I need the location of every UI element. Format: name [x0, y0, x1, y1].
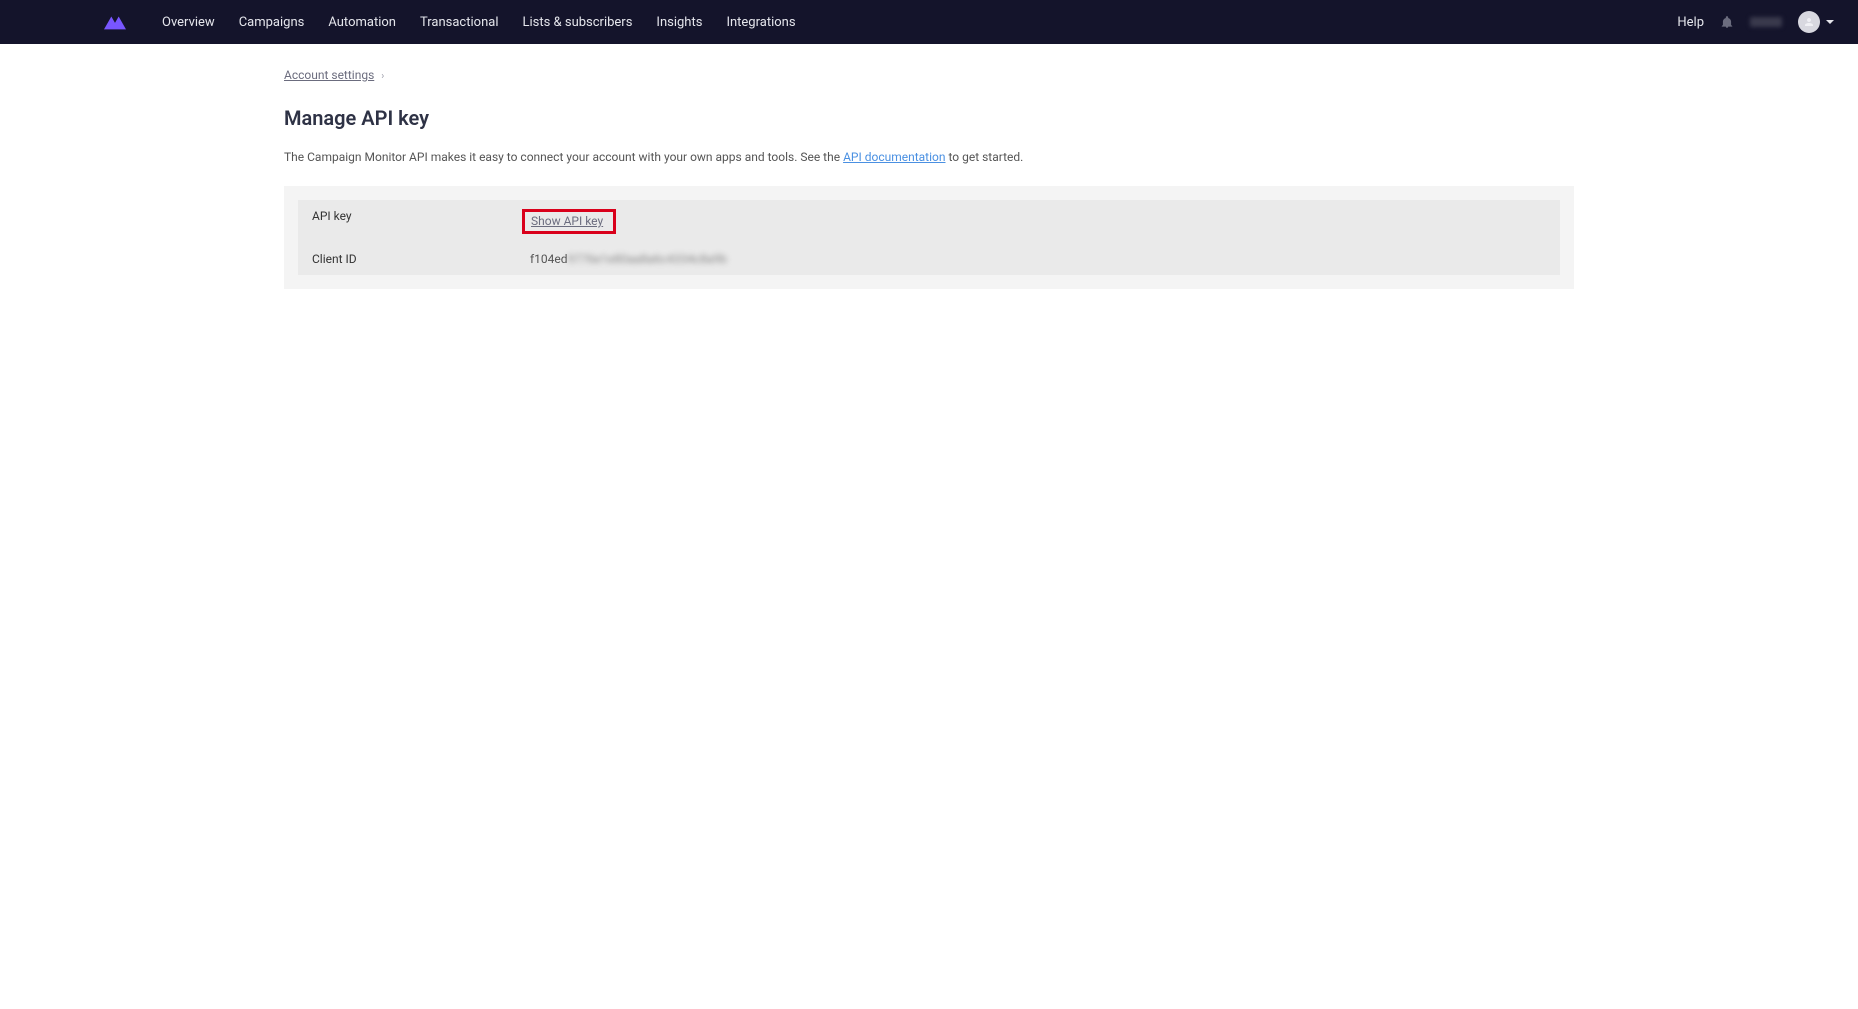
desc-text-2: to get started.	[946, 150, 1024, 164]
nav-insights[interactable]: Insights	[644, 0, 714, 44]
notifications-bell-icon[interactable]	[1720, 15, 1734, 29]
api-key-value-cell: Show API key	[530, 209, 616, 234]
client-id-prefix: f104ed	[530, 252, 568, 266]
api-key-label: API key	[312, 209, 530, 234]
show-api-key-link[interactable]: Show API key	[531, 214, 603, 228]
nav-transactional[interactable]: Transactional	[408, 0, 511, 44]
table-row-client-id: Client ID f104ed9776e1e80aa8a6c4334c8a9b	[298, 243, 1560, 275]
desc-text-1: The Campaign Monitor API makes it easy t…	[284, 150, 843, 164]
nav-items: Overview Campaigns Automation Transactio…	[150, 0, 808, 44]
top-navigation: Overview Campaigns Automation Transactio…	[0, 0, 1858, 44]
nav-right: Help	[1677, 11, 1834, 33]
client-id-redacted: 9776e1e80aa8a6c4334c8a9b	[568, 252, 727, 266]
breadcrumb-account-settings[interactable]: Account settings	[284, 68, 374, 82]
user-name-redacted	[1750, 17, 1782, 27]
main-container: Account settings › Manage API key The Ca…	[284, 44, 1574, 289]
nav-lists-subscribers[interactable]: Lists & subscribers	[510, 0, 644, 44]
page-description: The Campaign Monitor API makes it easy t…	[284, 150, 1574, 164]
api-table: API key Show API key Client ID f104ed977…	[298, 200, 1560, 275]
brand-logo-icon[interactable]	[104, 14, 126, 30]
help-link[interactable]: Help	[1677, 15, 1704, 30]
api-documentation-link[interactable]: API documentation	[843, 150, 945, 164]
client-id-label: Client ID	[312, 252, 530, 266]
table-row-api-key: API key Show API key	[298, 200, 1560, 243]
highlight-annotation: Show API key	[522, 209, 616, 234]
avatar-icon	[1798, 11, 1820, 33]
nav-left: Overview Campaigns Automation Transactio…	[0, 0, 808, 44]
breadcrumb-separator: ›	[381, 71, 384, 82]
nav-automation[interactable]: Automation	[316, 0, 408, 44]
nav-campaigns[interactable]: Campaigns	[227, 0, 317, 44]
caret-down-icon	[1826, 20, 1834, 24]
user-menu[interactable]	[1798, 11, 1834, 33]
api-panel: API key Show API key Client ID f104ed977…	[284, 186, 1574, 289]
nav-overview[interactable]: Overview	[150, 0, 227, 44]
nav-integrations[interactable]: Integrations	[714, 0, 807, 44]
client-id-value: f104ed9776e1e80aa8a6c4334c8a9b	[530, 252, 727, 266]
page-title: Manage API key	[284, 106, 1574, 130]
breadcrumb: Account settings ›	[284, 44, 1574, 88]
